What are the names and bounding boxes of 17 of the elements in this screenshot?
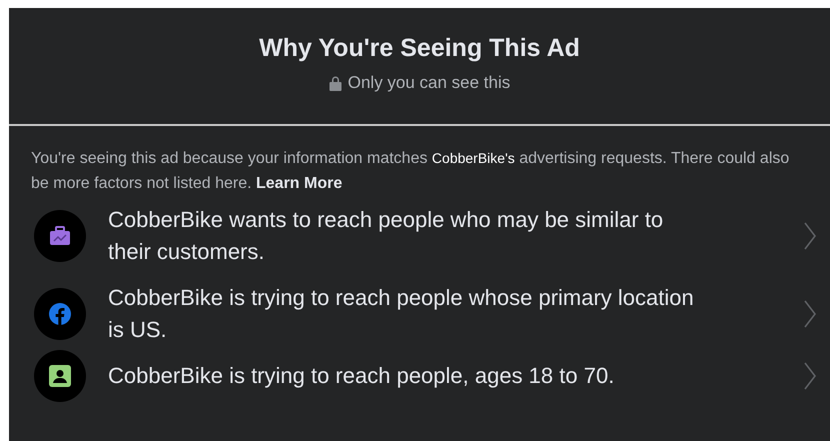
reason-text: CobberBike is trying to reach people, ages 18 to 70. [108,362,616,390]
briefcase-icon [49,226,71,246]
chevron-right-icon [804,300,816,328]
lock-icon [328,76,342,90]
reason-text: CobberBike wants to reach people who may be similar to their customers. [108,206,664,266]
privacy-note: Only you can see this [348,72,510,94]
facebook-icon [49,303,71,325]
intro-text: You're seeing this ad because your information matches CobberBike's advertising requests. There could also be more factors not listed here. Learn More [30,149,790,194]
learn-more-link[interactable]: Learn More [256,175,342,192]
dialog-title: Why You're Seeing This Ad [259,33,580,64]
reason-row[interactable]: CobberBike wants to reach people who may be similar to their customers. [9,196,830,268]
reason-row[interactable]: CobberBike is trying to reach people whose primary location is US. [9,268,830,346]
reason-row[interactable]: CobberBike is trying to reach people, ages 18 to 70. [9,346,830,402]
reason-text: CobberBike is trying to reach people whose primary location is US. [108,284,695,344]
person-icon [49,365,71,387]
chevron-right-icon [804,362,816,390]
chevron-right-icon [804,222,816,250]
